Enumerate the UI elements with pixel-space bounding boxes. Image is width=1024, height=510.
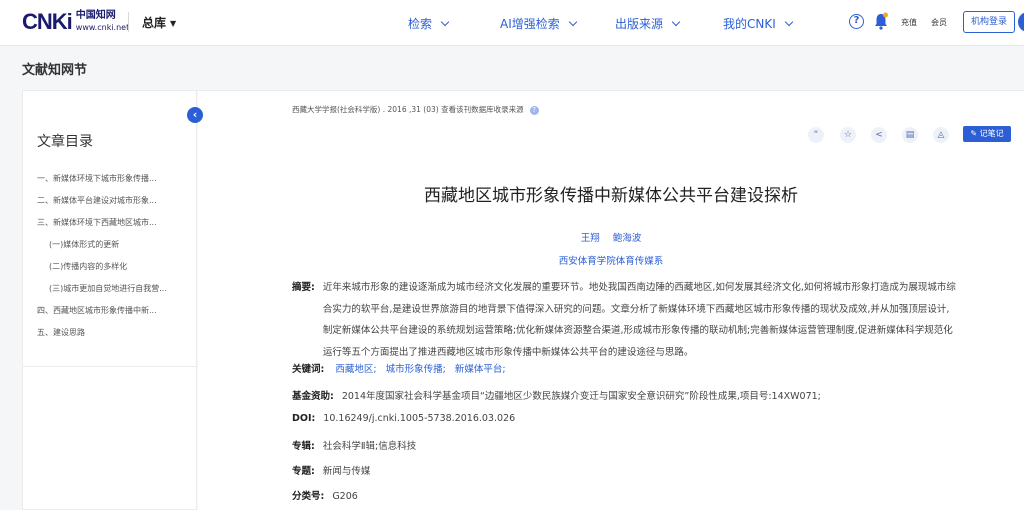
notification-bell-icon[interactable] — [873, 12, 889, 30]
page-section-title: 文献知网节 — [22, 63, 88, 78]
user-avatar[interactable] — [1018, 12, 1024, 32]
article-title: 西藏地区城市形象传播中新媒体公共平台建设探析 — [424, 186, 798, 206]
institution-login-button[interactable]: 机构登录 — [963, 11, 1015, 33]
doi-value: 10.16249/j.cnki.1005-5738.2016.03.026 — [323, 413, 516, 424]
logo-chinese-name: 中国知网 — [75, 10, 116, 21]
classification-row: 分类号: G206 — [292, 488, 358, 502]
keyword-link[interactable]: 西藏地区; — [335, 364, 376, 375]
member-link[interactable]: 会员 — [931, 17, 947, 28]
collapse-sidebar-icon[interactable]: ‹ — [187, 107, 203, 123]
toc-item[interactable]: 五、建设思路 — [37, 327, 193, 349]
classification-value: G206 — [332, 491, 358, 502]
toc-item[interactable]: 三、新媒体环境下西藏地区城市... — [37, 217, 193, 239]
topic-value: 新闻与传媒 — [322, 466, 371, 477]
doi-row: DOI: 10.16249/j.cnki.1005-5738.2016.03.02… — [292, 413, 515, 424]
chevron-down-icon — [784, 17, 794, 27]
toc-item[interactable]: 一、新媒体环境下城市形象传播... — [37, 173, 193, 195]
toc-divider — [23, 366, 196, 367]
abstract-line: 制定新媒体公共平台建设的系统规划运营策略;优化新媒体资源整合渠道,形成城市形象传… — [322, 325, 953, 336]
journal-source-text[interactable]: 西藏大学学报(社会科学版) . 2016 ,31 (03) 查看该刊数据库收录来… — [292, 105, 524, 114]
nav-ai-search[interactable]: AI增强检索 — [500, 15, 577, 32]
toc-item[interactable]: 四、西藏地区城市形象传播中新... — [37, 305, 193, 327]
nav-search[interactable]: 检索 — [408, 15, 450, 32]
toc-subitem[interactable]: (二)传播内容的多样化 — [37, 261, 193, 283]
top-navigation-bar: CNKi 中国知网 www.cnki.net 总库 ▼ 检索 AI增强检索 出版来… — [0, 0, 1024, 46]
chevron-down-icon — [440, 17, 450, 27]
quote-icon[interactable]: “ — [808, 127, 824, 143]
classification-label: 分类号: — [292, 491, 325, 502]
library-label: 总库 — [142, 16, 167, 30]
fund-value[interactable]: 2014年度国家社会科学基金项目“边疆地区少数民族媒介变迁与国家安全意识研究”阶… — [342, 391, 821, 402]
fund-label: 基金资助: — [292, 391, 334, 402]
header-divider — [128, 12, 129, 32]
nav-ai-search-label: AI增强检索 — [500, 17, 560, 31]
abstract-line: 运行等五个方面提出了推进西藏地区城市形象传播中新媒体公共平台的建设途径与思路。 — [322, 346, 694, 358]
caret-down-icon: ▼ — [170, 19, 177, 28]
library-selector[interactable]: 总库 ▼ — [142, 14, 176, 31]
print-icon[interactable]: ▤ — [902, 127, 918, 143]
nav-my-cnki[interactable]: 我的CNKI — [723, 15, 794, 32]
abstract-text: 近年来城市形象的建设逐渐成为城市经济文化发展的重要环节。地处我国西南边陲的西藏地… — [323, 277, 1014, 363]
author-list: 王翔 鲍海波 — [198, 230, 1024, 244]
take-notes-button[interactable]: ✎ 记笔记 — [963, 126, 1011, 142]
logo-mark: CNKi — [22, 9, 73, 34]
topic-row: 专题: 新闻与传媒 — [292, 463, 370, 477]
topic-label: 专题: — [292, 466, 315, 477]
toc-list: 一、新媒体环境下城市形象传播... 二、新媒体平台建设对城市形象... 三、新媒… — [37, 173, 193, 349]
nav-publication-source-label: 出版来源 — [615, 17, 664, 31]
abstract-line: 近年来城市形象的建设逐渐成为城市经济文化发展的重要环节。地处我国西南边陲的西藏地… — [322, 282, 956, 293]
fund-row: 基金资助: 2014年度国家社会科学基金项目“边疆地区少数民族媒介变迁与国家安全意… — [292, 388, 821, 402]
bell-icon[interactable]: ◬ — [933, 127, 949, 143]
journal-source: 西藏大学学报(社会科学版) . 2016 ,31 (03) 查看该刊数据库收录来… — [292, 104, 539, 115]
cnki-logo[interactable]: CNKi 中国知网 www.cnki.net — [22, 9, 129, 35]
author-link[interactable]: 鲍海波 — [613, 233, 642, 244]
doi-label: DOI: — [292, 413, 316, 424]
abstract-line: 合实力的软平台,是建设世界旅游目的地背景下值得深入研究的问题。文章分析了新媒体环… — [322, 303, 950, 315]
take-notes-label: 记笔记 — [979, 129, 1004, 138]
chevron-down-icon — [671, 17, 681, 27]
author-link[interactable]: 王翔 — [581, 233, 600, 244]
help-icon[interactable]: ? — [849, 14, 864, 29]
abstract-label: 摘要: — [292, 282, 315, 293]
nav-publication-source[interactable]: 出版来源 — [615, 15, 681, 32]
toc-title: 文章目录 — [37, 134, 93, 150]
series-label: 专辑: — [292, 441, 315, 452]
toc-item[interactable]: 二、新媒体平台建设对城市形象... — [37, 195, 193, 217]
star-icon[interactable]: ☆ — [840, 127, 856, 143]
nav-my-cnki-label: 我的CNKI — [723, 17, 776, 31]
logo-url: www.cnki.net — [75, 23, 130, 32]
abstract-section: 摘要: 近年来城市形象的建设逐渐成为城市经济文化发展的重要环节。地处我国西南边陲… — [292, 277, 1014, 363]
chevron-down-icon — [568, 17, 577, 27]
series-value: 社会科学Ⅱ辑;信息科技 — [322, 441, 417, 452]
author-affiliation[interactable]: 西安体育学院体育传媒系 — [198, 253, 1024, 267]
keyword-link[interactable]: 城市形象传播; — [386, 364, 446, 375]
keyword-link[interactable]: 新媒体平台; — [455, 364, 506, 375]
toc-subitem[interactable]: (一)媒体形式的更新 — [37, 239, 193, 261]
keywords-row: 关键词: 西藏地区; 城市形象传播; 新媒体平台; — [292, 361, 512, 375]
toc-subitem[interactable]: (三)城市更加自觉地进行自我营... — [37, 283, 193, 305]
nav-search-label: 检索 — [408, 17, 433, 31]
logo-text: 中国知网 www.cnki.net — [76, 11, 129, 33]
question-icon[interactable]: ? — [529, 106, 539, 115]
table-of-contents-panel: 文章目录 一、新媒体环境下城市形象传播... 二、新媒体平台建设对城市形象...… — [22, 90, 197, 510]
article-detail-panel: 西藏大学学报(社会科学版) . 2016 ,31 (03) 查看该刊数据库收录来… — [198, 90, 1024, 510]
series-row: 专辑: 社会科学Ⅱ辑;信息科技 — [292, 438, 416, 452]
keywords-label: 关键词: — [292, 364, 325, 375]
share-icon[interactable]: < — [871, 127, 887, 143]
recharge-link[interactable]: 充值 — [901, 17, 917, 28]
